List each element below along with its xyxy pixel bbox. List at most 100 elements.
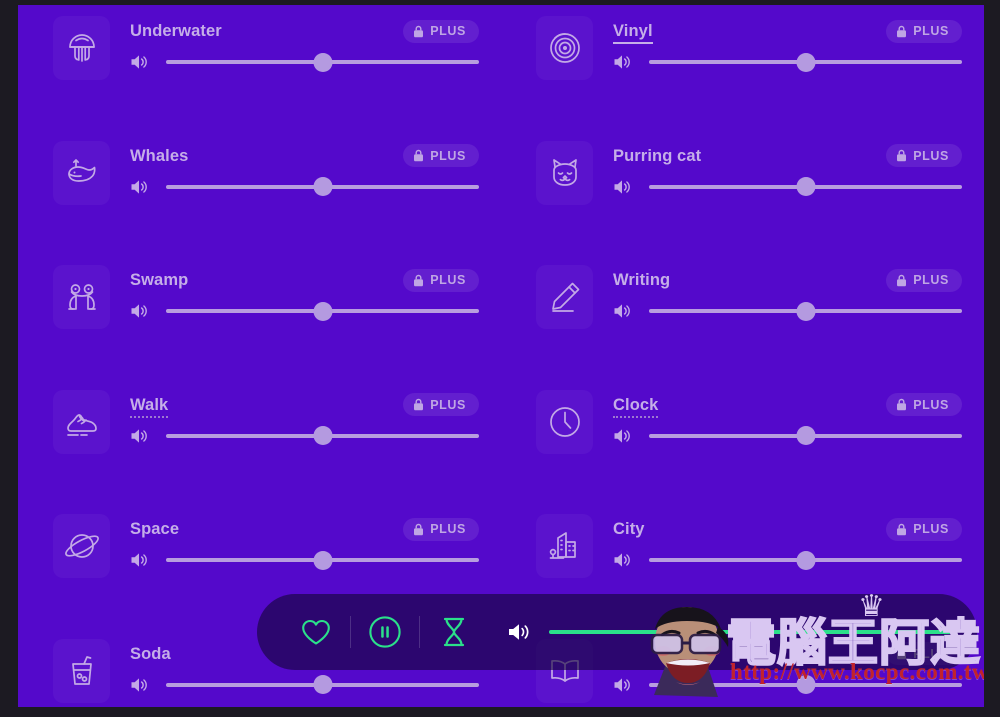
sound-icon-tile[interactable] [53, 514, 110, 578]
sound-volume-knob[interactable] [796, 426, 815, 445]
sound-icon-tile[interactable] [536, 16, 593, 80]
sound-volume-icon[interactable] [130, 676, 150, 694]
plus-badge-label: PLUS [913, 397, 949, 412]
sound-title[interactable]: Walk [130, 395, 169, 418]
sound-icon-tile[interactable] [53, 265, 110, 329]
sound-volume-knob[interactable] [796, 550, 815, 570]
timer-button[interactable] [427, 609, 481, 655]
master-volume-icon-button[interactable] [505, 620, 535, 644]
sound-icon-tile[interactable] [53, 140, 110, 205]
sound-icon-tile[interactable] [536, 389, 593, 454]
sound-volume-slider[interactable] [649, 426, 962, 445]
player-bar [257, 594, 977, 670]
sound-icon-tile[interactable] [53, 389, 110, 454]
volume-icon [131, 553, 147, 567]
lock-icon [414, 398, 424, 411]
sound-volume-icon[interactable] [130, 53, 150, 71]
volume-icon [614, 553, 630, 567]
plus-badge[interactable]: PLUS [886, 517, 962, 541]
plus-badge-label: PLUS [430, 273, 466, 287]
plus-badge[interactable]: PLUS [886, 268, 962, 292]
plus-badge[interactable]: PLUS [403, 144, 479, 167]
sound-mixer-viewport: Underwater PLUS Vinyl PLUS Whales PLUS Purring… [18, 5, 984, 707]
sound-volume-knob[interactable] [313, 301, 332, 321]
sound-volume-slider[interactable] [166, 177, 479, 196]
sound-title[interactable]: Soda [130, 644, 171, 664]
sound-title[interactable]: Purring cat [613, 146, 701, 166]
sound-icon-tile[interactable] [53, 638, 110, 703]
sound-volume-slider[interactable] [166, 426, 479, 445]
sound-volume-icon[interactable] [613, 53, 633, 71]
master-volume-slider[interactable] [549, 622, 951, 642]
sound-volume-icon[interactable] [613, 178, 633, 196]
sound-volume-icon[interactable] [613, 676, 633, 694]
plus-badge[interactable]: PLUS [886, 393, 962, 416]
sound-title[interactable]: Whales [130, 146, 188, 166]
sound-volume-slider[interactable] [649, 675, 962, 694]
volume-icon [131, 304, 147, 318]
sound-volume-icon[interactable] [130, 551, 150, 569]
sound-volume-icon[interactable] [613, 551, 633, 569]
sound-icon-tile[interactable] [53, 16, 110, 80]
sound-title[interactable]: Space [130, 519, 179, 539]
favorite-button[interactable] [289, 609, 343, 655]
sound-icon-tile[interactable] [536, 265, 593, 329]
plus-badge[interactable]: PLUS [403, 393, 479, 416]
soda-cup-icon [71, 655, 92, 685]
sound-slider-row [130, 177, 479, 196]
sound-volume-icon[interactable] [613, 427, 633, 445]
sound-title[interactable]: Clock [613, 395, 659, 418]
sound-volume-slider[interactable] [166, 675, 479, 694]
sound-volume-slider[interactable] [649, 52, 962, 72]
sound-icon-tile[interactable] [536, 140, 593, 205]
sound-volume-slider[interactable] [649, 301, 962, 321]
sound-volume-slider[interactable] [166, 550, 479, 570]
sound-volume-knob[interactable] [313, 52, 332, 72]
sound-row: Whales PLUS [18, 130, 501, 255]
sound-volume-knob[interactable] [313, 550, 332, 570]
sound-volume-knob[interactable] [796, 52, 815, 72]
heart-icon [302, 619, 330, 645]
hourglass-icon [443, 617, 465, 647]
plus-badge[interactable]: PLUS [886, 144, 962, 167]
sound-title[interactable]: Vinyl [613, 21, 653, 44]
plus-badge[interactable]: PLUS [403, 19, 479, 43]
sound-volume-slider[interactable] [649, 550, 962, 570]
volume-icon [614, 428, 630, 443]
sound-volume-slider[interactable] [649, 177, 962, 196]
sound-volume-slider[interactable] [166, 301, 479, 321]
lock-icon [414, 25, 424, 37]
sound-title-row: Purring cat PLUS [613, 143, 962, 169]
sound-volume-knob[interactable] [313, 675, 332, 694]
whale-icon [67, 158, 96, 182]
sound-volume-knob[interactable] [796, 301, 815, 321]
sound-volume-icon[interactable] [130, 302, 150, 320]
plus-badge-label: PLUS [913, 273, 949, 287]
sound-slider-row [613, 52, 962, 72]
lock-icon [897, 398, 907, 411]
sound-volume-knob[interactable] [313, 177, 332, 196]
plus-badge-label: PLUS [913, 24, 949, 38]
pencil-icon [551, 282, 579, 312]
plus-badge[interactable]: PLUS [403, 268, 479, 292]
sound-volume-knob[interactable] [313, 426, 332, 445]
sound-title[interactable]: Writing [613, 270, 670, 290]
sound-title-row: City PLUS [613, 516, 962, 542]
sound-icon-tile[interactable] [536, 514, 593, 578]
sound-row: Clock PLUS [501, 379, 984, 504]
sound-volume-slider[interactable] [166, 52, 479, 72]
sound-title[interactable]: City [613, 519, 645, 539]
sound-volume-icon[interactable] [613, 302, 633, 320]
volume-icon [614, 677, 630, 692]
sound-title[interactable]: Underwater [130, 21, 222, 41]
sound-title[interactable]: Swamp [130, 270, 188, 290]
sound-volume-knob[interactable] [796, 177, 815, 196]
sound-volume-knob[interactable] [796, 675, 815, 694]
plus-badge[interactable]: PLUS [403, 517, 479, 541]
sound-volume-icon[interactable] [130, 427, 150, 445]
lock-icon [897, 25, 907, 37]
sound-volume-icon[interactable] [130, 178, 150, 196]
play-pause-button[interactable] [358, 609, 412, 655]
plus-badge[interactable]: PLUS [886, 19, 962, 43]
sound-body: City PLUS [613, 511, 984, 570]
